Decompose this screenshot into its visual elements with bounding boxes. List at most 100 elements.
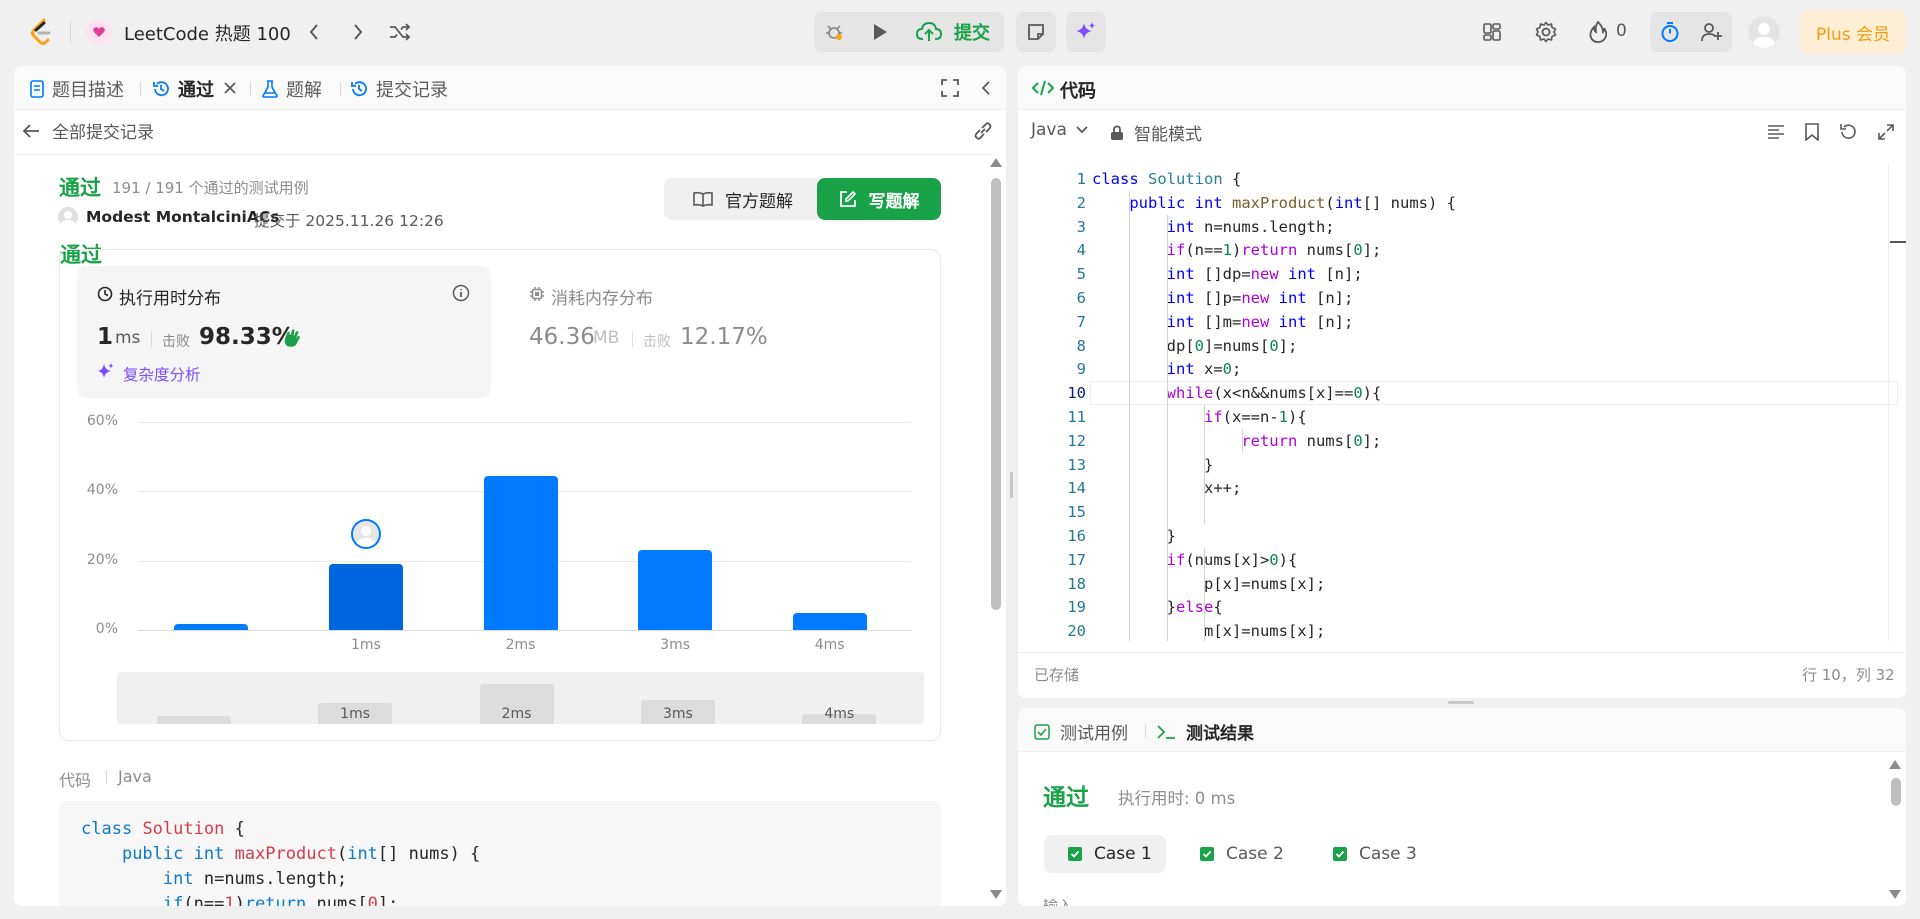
left-scrollbar-thumb[interactable]: [991, 178, 1001, 610]
tab-description[interactable]: 题目描述: [30, 76, 124, 102]
debug-icon[interactable]: [814, 12, 854, 52]
code-language: Java: [118, 767, 152, 786]
edit-icon: [839, 190, 856, 207]
fullscreen-icon[interactable]: [938, 76, 962, 100]
expand-editor-icon[interactable]: [1874, 120, 1898, 144]
complexity-analysis-link[interactable]: 复杂度分析: [123, 363, 201, 385]
collapse-panel-icon[interactable]: [974, 76, 998, 100]
ai-sparkle-icon[interactable]: [1066, 12, 1106, 52]
test-scroll-thumb[interactable]: [1891, 778, 1901, 806]
case-tab-1[interactable]: Case 1: [1044, 835, 1166, 873]
gear-icon[interactable]: [1532, 18, 1560, 46]
tab-testcases[interactable]: 测试用例: [1034, 719, 1128, 744]
back-label: 全部提交记录: [52, 123, 154, 143]
chart-bar-1ms[interactable]: [328, 564, 403, 630]
line-number: 20: [1067, 622, 1086, 641]
chart-bar-2ms[interactable]: [483, 475, 558, 630]
runtime-beats-value: 98.33%: [199, 324, 295, 350]
back-to-submissions[interactable]: 全部提交记录: [22, 118, 154, 143]
next-problem-icon[interactable]: [344, 18, 372, 46]
indent-guide: [1204, 547, 1206, 641]
tab-divider: [140, 82, 141, 96]
chart-x-tick-label: 3ms: [660, 637, 691, 653]
panel-resize-handle[interactable]: [1010, 472, 1013, 498]
line-number: 19: [1067, 598, 1086, 617]
write-solution-button[interactable]: 写题解: [817, 178, 941, 220]
notes-icon[interactable]: [1016, 12, 1056, 52]
info-icon[interactable]: [451, 283, 471, 303]
reset-icon[interactable]: [1836, 120, 1860, 144]
plus-membership-button[interactable]: Plus 会员: [1800, 10, 1906, 54]
case-label: Case 2: [1226, 844, 1284, 864]
close-tab-icon[interactable]: [220, 78, 240, 98]
editor-title: 代码: [1060, 81, 1096, 102]
case-label: Case 3: [1359, 844, 1417, 864]
avatar[interactable]: [1748, 16, 1780, 48]
code-line: dp[0]=nums[0];: [1092, 336, 1298, 355]
test-scroll-up-icon[interactable]: [1889, 760, 1901, 769]
streak-fire-icon[interactable]: [1584, 18, 1612, 46]
case-tab-2[interactable]: Case 2: [1176, 835, 1296, 873]
tab-accepted[interactable]: 通过: [152, 76, 214, 102]
code-line: public int maxProduct(int[] nums) {: [1129, 193, 1457, 212]
prev-problem-icon[interactable]: [300, 18, 328, 46]
chart-x-tick-label: 4ms: [814, 637, 845, 653]
chart-bar-0ms[interactable]: [174, 624, 249, 630]
tab-solutions-label: 题解: [286, 80, 322, 101]
format-icon[interactable]: [1764, 120, 1788, 144]
line-number: 13: [1067, 455, 1086, 474]
language-select[interactable]: Java: [1031, 120, 1089, 140]
bookmark-icon[interactable]: [1800, 120, 1824, 144]
line-number: 8: [1076, 336, 1086, 355]
tab-submissions-label: 提交记录: [376, 80, 448, 101]
line-number: 9: [1076, 360, 1086, 379]
shuffle-icon[interactable]: [386, 18, 414, 46]
mini-bar-label: 2ms: [501, 706, 532, 722]
add-friend-icon[interactable]: [1694, 14, 1730, 50]
code-icon: [1032, 78, 1054, 98]
case-label: Case 1: [1094, 844, 1152, 864]
lock-icon: [1111, 125, 1123, 140]
layout-icon[interactable]: [1478, 18, 1506, 46]
line-number: 1: [1076, 170, 1086, 188]
smart-mode-toggle[interactable]: 智能模式: [1110, 120, 1202, 145]
indent-guide: [1241, 428, 1243, 453]
tab-submissions[interactable]: 提交记录: [350, 76, 448, 102]
submit-button[interactable]: 提交: [904, 12, 1004, 52]
vertical-resize-handle[interactable]: [1448, 701, 1474, 704]
code-preview-line: class Solution {: [81, 819, 245, 839]
left-scrollbar-down-icon[interactable]: [990, 890, 1002, 899]
official-solution-button[interactable]: 官方题解: [664, 178, 822, 220]
checkbox-icon: [1034, 723, 1050, 740]
case-tab-3[interactable]: Case 3: [1309, 835, 1429, 873]
divider: [151, 331, 152, 347]
test-scroll-down-icon[interactable]: [1889, 890, 1901, 899]
chart-gridline: [138, 630, 911, 631]
tab-test-results[interactable]: 测试结果: [1156, 719, 1254, 744]
left-scrollbar-up-icon[interactable]: [990, 158, 1002, 167]
submitter-name[interactable]: Modest MontalciniACs: [86, 208, 279, 226]
tab-solutions[interactable]: 题解: [262, 76, 322, 102]
book-icon: [693, 191, 713, 207]
problem-list-title[interactable]: LeetCode 热题 100: [124, 20, 291, 46]
chart-range-slider[interactable]: 1ms 2ms 3ms 4ms: [117, 672, 924, 724]
line-number: 3: [1076, 217, 1086, 236]
link-icon[interactable]: [970, 118, 996, 144]
run-icon[interactable]: [860, 12, 900, 52]
code-editor[interactable]: 1 class Solution {2 public int maxProduct…: [1018, 163, 1906, 641]
tab-accepted-label: 通过: [178, 80, 214, 101]
line-number: 4: [1076, 241, 1086, 260]
chart-bar-3ms[interactable]: [638, 550, 713, 630]
top-bar: LeetCode 热题 100 提交 0 Plus 会员: [0, 0, 1920, 64]
line-number: 15: [1067, 503, 1086, 522]
editor-header: [1018, 66, 1906, 110]
arrow-left-icon: [22, 123, 39, 138]
leetcode-logo[interactable]: [26, 14, 58, 50]
write-solution-label: 写题解: [868, 191, 920, 212]
code-preview-line: public int maxProduct(int[] nums) {: [121, 844, 481, 864]
timer-icon[interactable]: [1652, 14, 1688, 50]
tab-test-results-label: 测试结果: [1186, 724, 1254, 744]
chart-bar-4ms[interactable]: [792, 612, 867, 630]
study-plan-icon[interactable]: [86, 19, 112, 45]
divider: [106, 770, 107, 784]
